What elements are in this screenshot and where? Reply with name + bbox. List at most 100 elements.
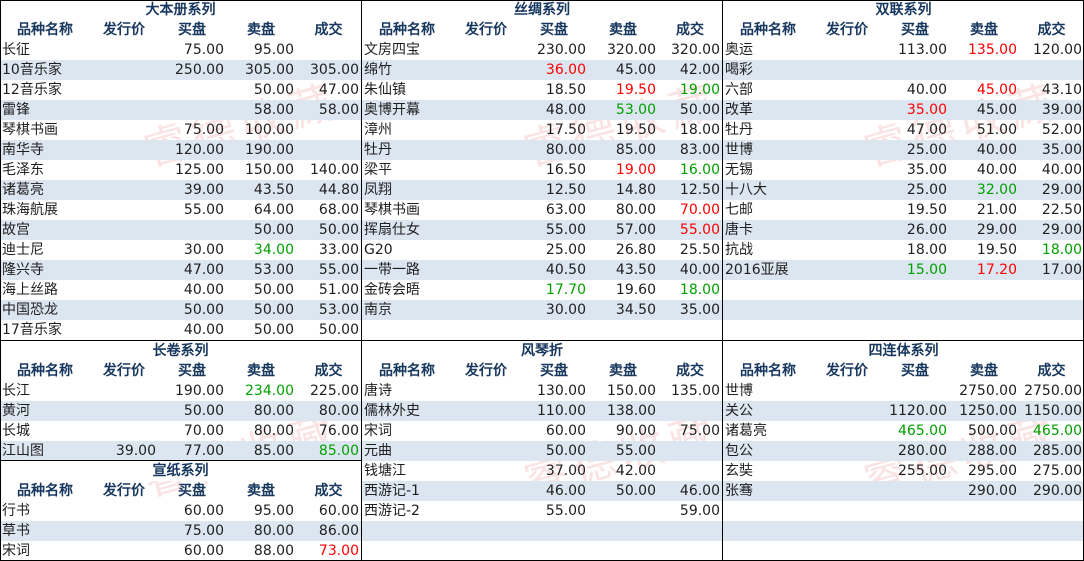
cell-buy: 1120.00 [889, 403, 947, 419]
cell-buy: 47.00 [906, 122, 947, 138]
cell-deal: 51.00 [318, 282, 359, 298]
cell-deal: 75.00 [679, 423, 720, 439]
cell-sell: 88.00 [253, 543, 294, 559]
table-row: 12音乐家 50.00 47.00 [0, 80, 361, 100]
table-row: 朱仙镇 18.50 19.50 19.00 [362, 80, 722, 100]
table-row: 包公 280.00 288.00 285.00 [723, 441, 1084, 461]
cell-name: 奥运 [725, 42, 753, 58]
table-row: G20 25.00 26.80 25.50 [362, 240, 722, 260]
section-title: 四连体系列 [723, 341, 1084, 361]
cell-sell: 53.00 [615, 102, 656, 118]
cell-sell: 90.00 [615, 423, 656, 439]
cell-deal [296, 120, 361, 140]
column-header-sell: 卖盘 [247, 363, 275, 379]
cell-name: 一带一路 [364, 262, 420, 278]
cell-buy: 40.50 [545, 262, 586, 278]
cell-name: 凤翔 [364, 182, 392, 198]
cell-issue [452, 200, 520, 220]
cell-issue [90, 40, 158, 60]
column-header-row: 品种名称 发行价 买盘 卖盘 成交 [0, 481, 361, 501]
cell-deal: 120.00 [1033, 42, 1082, 58]
column-header-issue: 发行价 [826, 363, 868, 379]
cell-buy: 55.00 [545, 222, 586, 238]
column-header-sell: 卖盘 [247, 22, 275, 38]
table-row: 江山图 39.00 77.00 85.00 85.00 [0, 441, 361, 461]
cell-name: 张骞 [725, 483, 753, 499]
cell-issue [90, 140, 158, 160]
cell-issue [813, 461, 881, 481]
cell-deal: 70.00 [679, 202, 720, 218]
cell-deal: 52.00 [1041, 122, 1082, 138]
cell-sell: 295.00 [968, 463, 1017, 479]
column-header-deal: 成交 [1037, 22, 1066, 38]
cell-buy: 35.00 [906, 162, 947, 178]
cell-buy: 190.00 [175, 383, 224, 399]
cell-issue [90, 381, 158, 401]
cell-name: 钱塘江 [364, 463, 406, 479]
cell-deal: 50.00 [318, 222, 359, 238]
section-si-lian-ti: 四连体系列 品种名称 发行价 买盘 卖盘 成交 世博 2750.00 2750.00 关公 1120… [723, 341, 1084, 561]
column-header-deal: 成交 [314, 483, 343, 499]
cell-sell: 320.00 [607, 42, 656, 58]
cell-sell: 85.00 [615, 142, 656, 158]
cell-deal: 68.00 [318, 202, 359, 218]
cell-deal: 18.00 [679, 122, 720, 138]
section-title: 风琴折 [362, 341, 722, 361]
cell-buy: 77.00 [183, 443, 224, 459]
empty-row [723, 501, 1084, 521]
cell-buy [158, 80, 226, 100]
cell-name: 12音乐家 [2, 82, 62, 98]
cell-sell: 2750.00 [959, 383, 1017, 399]
column-header-deal: 成交 [1037, 363, 1066, 379]
cell-name: 西游记-2 [364, 503, 420, 519]
cell-deal [296, 40, 361, 60]
table-row: 世博 25.00 40.00 35.00 [723, 140, 1084, 160]
cell-issue [452, 481, 520, 501]
table-row: 琴棋书画 75.00 100.00 [0, 120, 361, 140]
cell-deal: 290.00 [1033, 483, 1082, 499]
cell-sell: 19.00 [615, 162, 656, 178]
column-header-buy: 买盘 [540, 363, 568, 379]
cell-issue [452, 140, 520, 160]
cell-sell: 288.00 [968, 443, 1017, 459]
cell-buy: 15.00 [906, 262, 947, 278]
column-header-sell: 卖盘 [247, 483, 275, 499]
cell-deal: 86.00 [318, 523, 359, 539]
cell-sell: 21.00 [976, 202, 1017, 218]
cell-sell: 80.00 [253, 423, 294, 439]
table-row: 喝彩 [723, 60, 1084, 80]
cell-name: 长征 [2, 42, 30, 58]
cell-buy: 255.00 [898, 463, 947, 479]
table-row: 元曲 50.00 55.00 [362, 441, 722, 461]
cell-buy: 63.00 [545, 202, 586, 218]
cell-sell: 50.00 [253, 82, 294, 98]
cell-buy: 26.00 [906, 222, 947, 238]
cell-sell: 190.00 [245, 142, 294, 158]
cell-issue [813, 40, 881, 60]
cell-buy: 19.50 [906, 202, 947, 218]
cell-sell: 42.00 [615, 463, 656, 479]
column-header-deal: 成交 [676, 363, 704, 379]
column-header-row: 品种名称 发行价 买盘 卖盘 成交 [0, 20, 361, 40]
cell-issue [452, 220, 520, 240]
cell-sell: 45.00 [976, 102, 1017, 118]
table-row: 草书 75.00 80.00 86.00 [0, 521, 361, 541]
cell-buy [881, 381, 949, 401]
section-title: 长卷系列 [0, 341, 361, 361]
table-row: 17音乐家 40.00 50.00 50.00 [0, 320, 361, 340]
table-row: 2016亚展 15.00 17.20 17.00 [723, 260, 1084, 280]
column-header-row: 品种名称 发行价 买盘 卖盘 成交 [723, 20, 1084, 40]
cell-name: 2016亚展 [725, 262, 789, 278]
cell-name: 南京 [364, 302, 392, 318]
cell-issue [813, 160, 881, 180]
cell-name: 文房四宝 [364, 42, 420, 58]
cell-issue [452, 441, 520, 461]
empty-row [362, 521, 722, 541]
cell-sell: 50.00 [253, 302, 294, 318]
cell-deal [1019, 60, 1084, 80]
cell-deal: 40.00 [679, 262, 720, 278]
cell-deal: 55.00 [318, 262, 359, 278]
divider-vertical-1 [361, 0, 362, 561]
divider-horizontal-top [0, 340, 1084, 341]
empty-row [723, 320, 1084, 340]
